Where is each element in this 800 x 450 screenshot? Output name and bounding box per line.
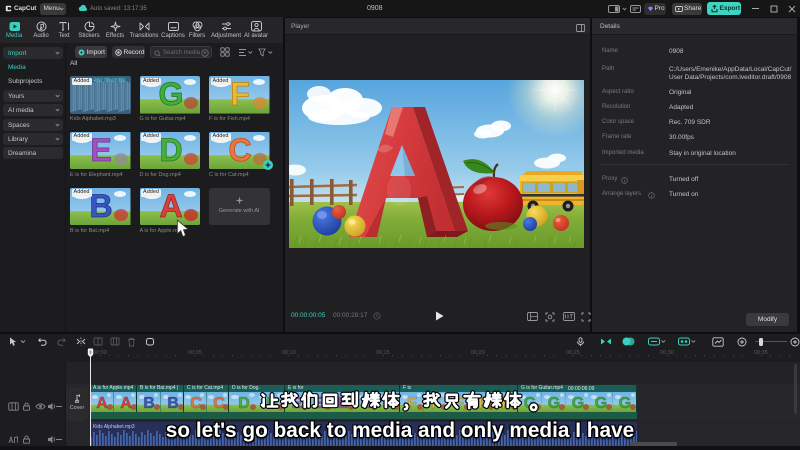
svg-text:C: C: [213, 395, 225, 412]
svg-text:G: G: [158, 76, 183, 112]
svg-text:B: B: [89, 188, 112, 224]
svg-text:B: B: [143, 395, 155, 412]
svg-text:G: G: [571, 394, 583, 411]
svg-text:A: A: [96, 395, 108, 412]
svg-text:E: E: [90, 132, 111, 168]
svg-text:D: D: [238, 395, 250, 412]
svg-text:C: C: [190, 395, 202, 412]
svg-text:B: B: [167, 395, 179, 412]
svg-text:G: G: [548, 394, 560, 411]
svg-text:C: C: [228, 132, 251, 168]
svg-text:D: D: [159, 132, 182, 168]
svg-text:F: F: [230, 76, 250, 112]
svg-text:A: A: [120, 395, 132, 412]
svg-text:G: G: [595, 394, 607, 411]
svg-text:G: G: [619, 394, 631, 411]
